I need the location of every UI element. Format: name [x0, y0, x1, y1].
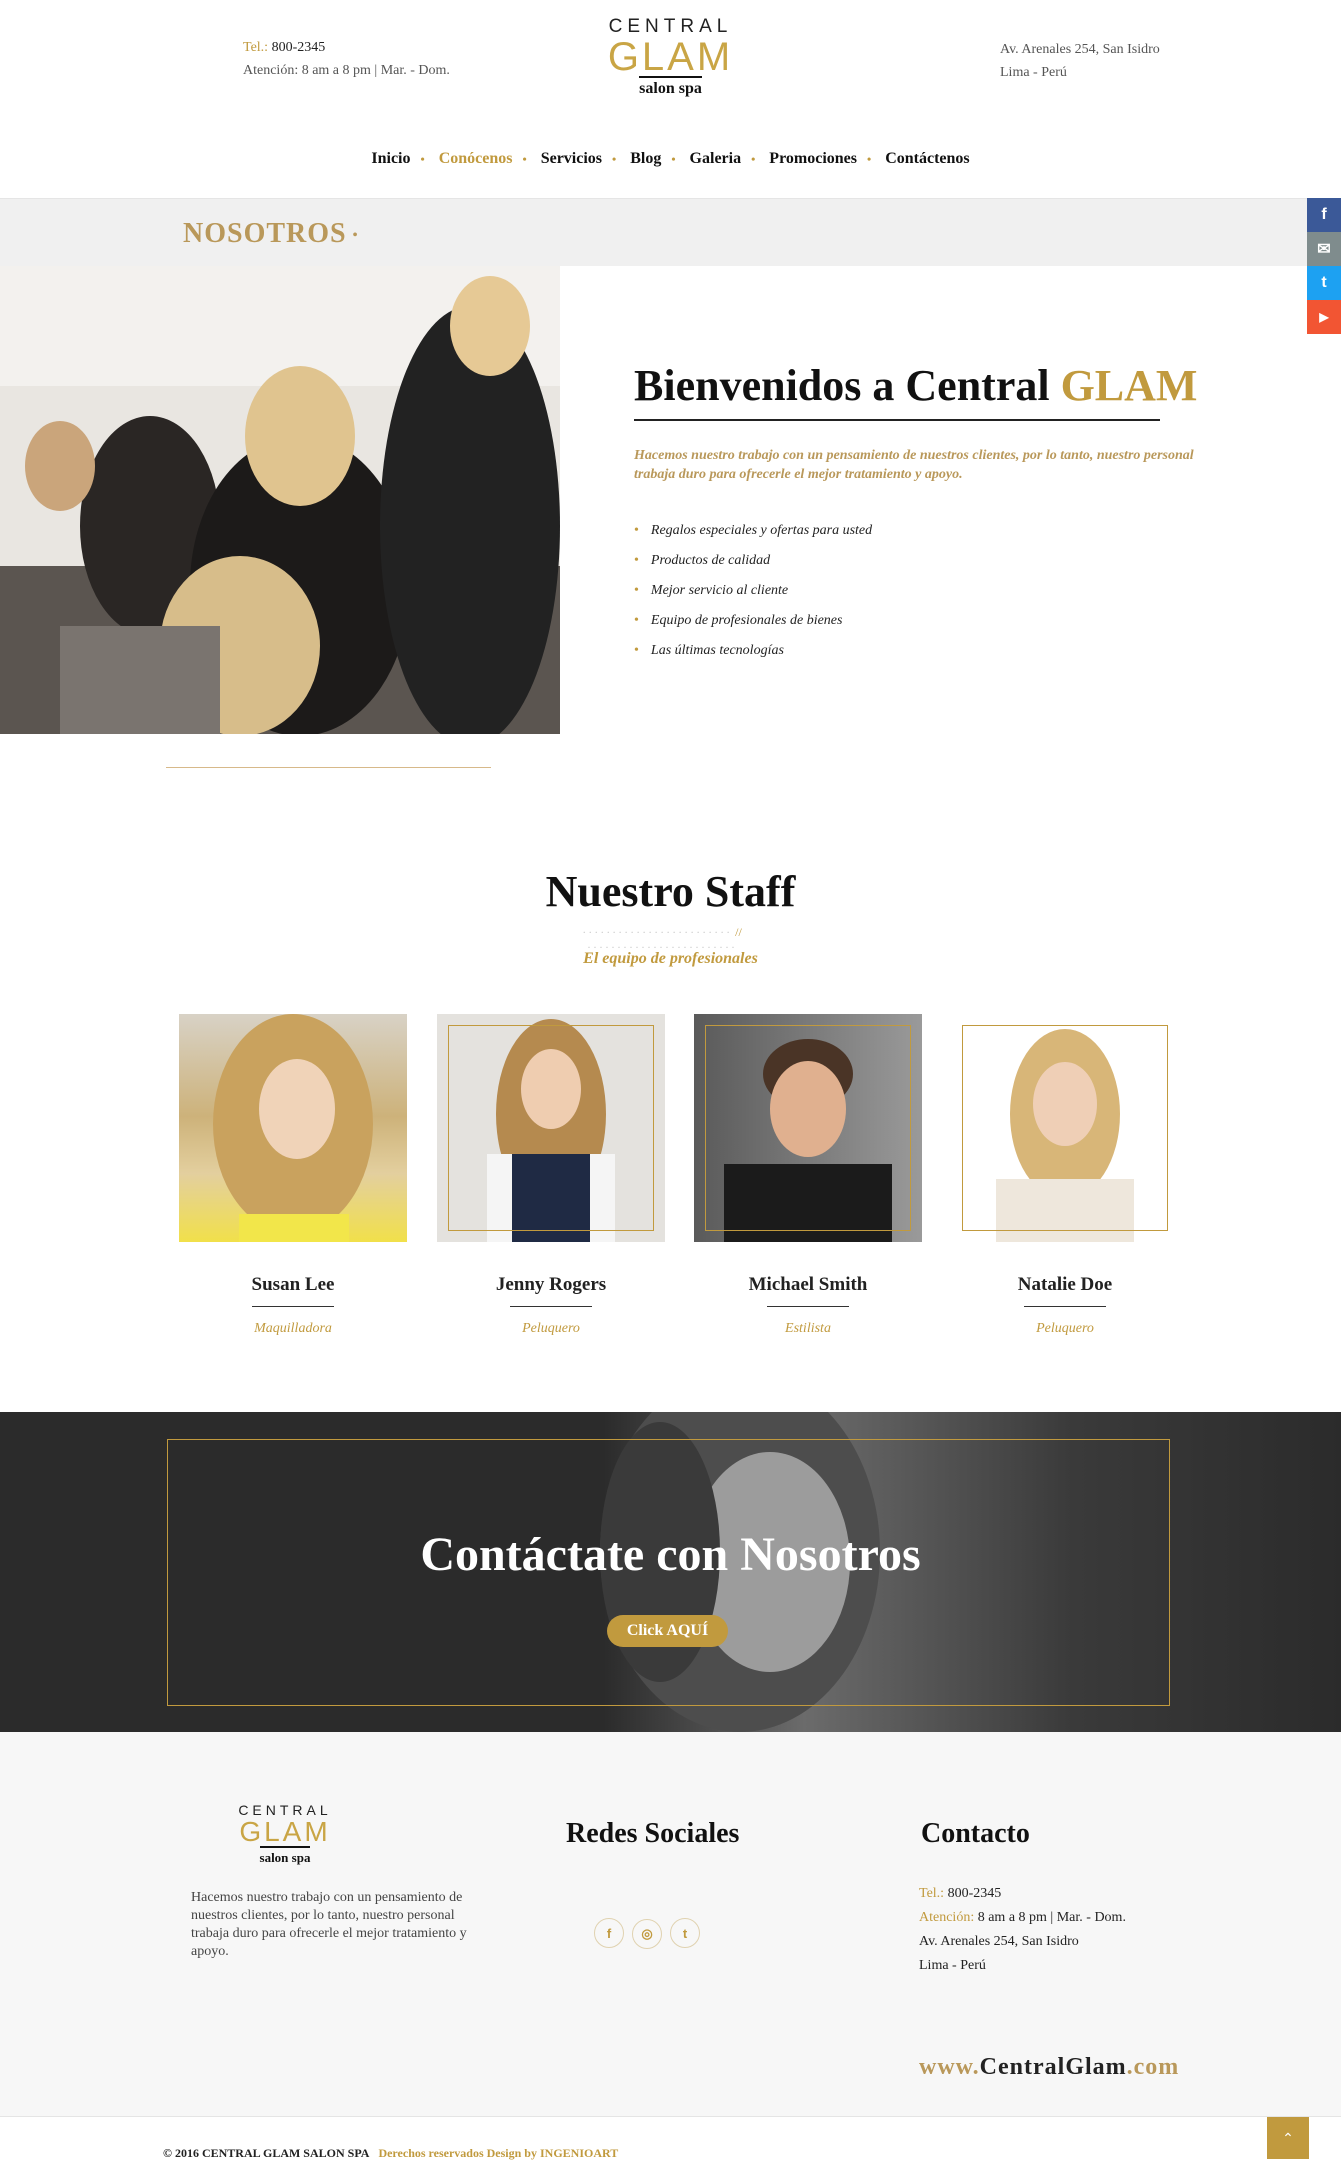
staff-role: Maquilladora — [254, 1321, 332, 1336]
staff-name-rule — [1024, 1306, 1106, 1307]
staff-role: Estilista — [785, 1321, 831, 1336]
welcome-divider — [634, 419, 1160, 421]
feature-list: Regalos especiales y ofertas para usted … — [634, 516, 872, 666]
nav-dot: • — [671, 152, 676, 166]
copyright: © 2016 CENTRAL GLAM SALON SPA Derechos r… — [163, 2146, 618, 2161]
nav-dot: • — [522, 152, 527, 166]
staff-name: Natalie Doe — [1017, 1274, 1113, 1295]
web-main: CentralGlam — [979, 2054, 1127, 2080]
staff-separator-mark: // — [735, 925, 742, 939]
footer-hours-value: 8 am a 8 pm | Mar. - Dom. — [977, 1910, 1126, 1925]
footer-address-line1: Av. Arenales 254, San Isidro — [919, 1934, 1079, 1949]
tumblr-icon[interactable]: t — [670, 1918, 700, 1948]
footer-logo-spa: salon spa — [259, 1846, 311, 1866]
salon-photo — [0, 266, 560, 734]
section-title-text: NOSOTROS — [183, 218, 347, 249]
staff-photo — [694, 1014, 922, 1242]
welcome-intro: Hacemos nuestro trabajo con un pensamien… — [634, 448, 1194, 482]
footer-logo[interactable]: CENTRAL GLAM salon spa — [230, 1802, 340, 1867]
nav-item-servicios[interactable]: Servicios — [541, 150, 602, 167]
photo-frame — [705, 1025, 911, 1231]
staff-photo — [179, 1014, 407, 1242]
footer-address-line2: Lima - Perú — [919, 1958, 986, 1973]
footer-hours-label: Atención: — [919, 1910, 975, 1925]
portrait-illustration — [213, 1014, 373, 1242]
nav-item-conocenos[interactable]: Conócenos — [439, 150, 513, 167]
email-icon[interactable]: ✉ — [1307, 232, 1341, 266]
staff-card[interactable]: Michael Smith Estilista — [694, 1014, 922, 1337]
photo-frame — [448, 1025, 654, 1231]
staff-name: Susan Lee — [251, 1274, 335, 1295]
staff-card[interactable]: Jenny Rogers Peluquero — [437, 1014, 665, 1337]
footer-social-icons: f ◎ t — [594, 1918, 708, 1949]
footer-tel-value[interactable]: 800-2345 — [948, 1886, 1002, 1901]
facebook-icon[interactable]: f — [594, 1918, 624, 1948]
footer-website[interactable]: www.CentralGlam.com — [919, 2054, 1179, 2081]
header-address: Av. Arenales 254, San Isidro Lima - Perú — [1000, 38, 1160, 84]
welcome-title: Bienvenidos a Central GLAM — [634, 360, 1197, 411]
staff-name-rule — [510, 1306, 592, 1307]
nav-item-blog[interactable]: Blog — [630, 150, 661, 167]
nav-dot: • — [751, 152, 756, 166]
footer-tel-label: Tel.: — [919, 1886, 945, 1901]
nav-dot: • — [866, 152, 872, 166]
web-suffix: .com — [1126, 2054, 1180, 2080]
contact-band-title: Contáctate con Nosotros — [420, 1528, 921, 1581]
feature-item: Productos de calidad — [634, 546, 872, 576]
staff-title: Nuestro Staff — [545, 867, 796, 916]
twitter-icon[interactable]: t — [1307, 266, 1341, 300]
staff-photo — [437, 1014, 665, 1242]
main-nav: Inicio • Conócenos • Servicios • Blog • Gale… — [0, 150, 1341, 168]
section-title-dot: • — [352, 227, 359, 243]
staff-subtitle: El equipo de profesionales — [583, 950, 758, 967]
youtube-icon[interactable]: ▶ — [1307, 300, 1341, 334]
chevron-up-icon: ⌃ — [1282, 2130, 1294, 2146]
feature-item: Regalos especiales y ofertas para usted — [634, 516, 872, 546]
staff-role: Peluquero — [522, 1321, 580, 1336]
staff-name: Jenny Rogers — [495, 1274, 607, 1295]
click-here-button[interactable]: Click AQUÍ — [607, 1615, 728, 1647]
footer-contact: Tel.: 800-2345 Atención: 8 am a 8 pm | M… — [919, 1882, 1126, 1978]
section-title: NOSOTROS • — [183, 218, 359, 250]
copyright-main: © 2016 CENTRAL GLAM SALON SPA — [163, 2146, 370, 2160]
back-to-top-button[interactable]: ⌃ — [1267, 2117, 1309, 2159]
gold-divider — [166, 767, 491, 768]
instagram-icon[interactable]: ◎ — [632, 1918, 662, 1949]
nav-item-galeria[interactable]: Galeria — [690, 150, 742, 167]
staff-name-rule — [252, 1306, 334, 1307]
welcome-title-highlight: GLAM — [1060, 361, 1198, 410]
feature-item: Equipo de profesionales de bienes — [634, 606, 872, 636]
nav-dot: • — [612, 152, 617, 166]
footer-contact-title: Contacto — [921, 1818, 1030, 1849]
staff-card[interactable]: Susan Lee Maquilladora — [179, 1014, 407, 1337]
staff-photo — [951, 1014, 1179, 1242]
staff-card[interactable]: Natalie Doe Peluquero — [951, 1014, 1179, 1337]
staff-role: Peluquero — [1036, 1321, 1094, 1336]
salon-photo-illustration — [0, 266, 560, 734]
staff-name-rule — [767, 1306, 849, 1307]
logo-spa: salon spa — [639, 76, 702, 98]
facebook-icon[interactable]: f — [1307, 198, 1341, 232]
feature-item: Mejor servicio al cliente — [634, 576, 872, 606]
footer-logo-glam: GLAM — [239, 1816, 331, 1847]
nav-item-promociones[interactable]: Promociones — [769, 150, 857, 167]
feature-item: Las últimas tecnologías — [634, 636, 872, 666]
welcome-title-prefix: Bienvenidos a Central — [634, 361, 1061, 410]
social-sidebar: f ✉ t ▶ — [1307, 198, 1341, 334]
address-line1: Av. Arenales 254, San Isidro — [1000, 42, 1160, 57]
nav-item-contactenos[interactable]: Contáctenos — [885, 150, 969, 167]
footer-about: Hacemos nuestro trabajo con un pensamien… — [191, 1890, 467, 1959]
staff-name: Michael Smith — [748, 1274, 868, 1295]
photo-frame — [962, 1025, 1168, 1231]
web-prefix: www. — [919, 2054, 980, 2080]
footer-social-title: Redes Sociales — [566, 1818, 740, 1849]
copyright-divider — [0, 2116, 1341, 2117]
copyright-credit[interactable]: Derechos reservados Design by INGENIOART — [378, 2146, 618, 2160]
address-line2: Lima - Perú — [1000, 65, 1067, 80]
nav-dot: • — [420, 152, 425, 166]
nav-item-inicio[interactable]: Inicio — [371, 150, 410, 167]
